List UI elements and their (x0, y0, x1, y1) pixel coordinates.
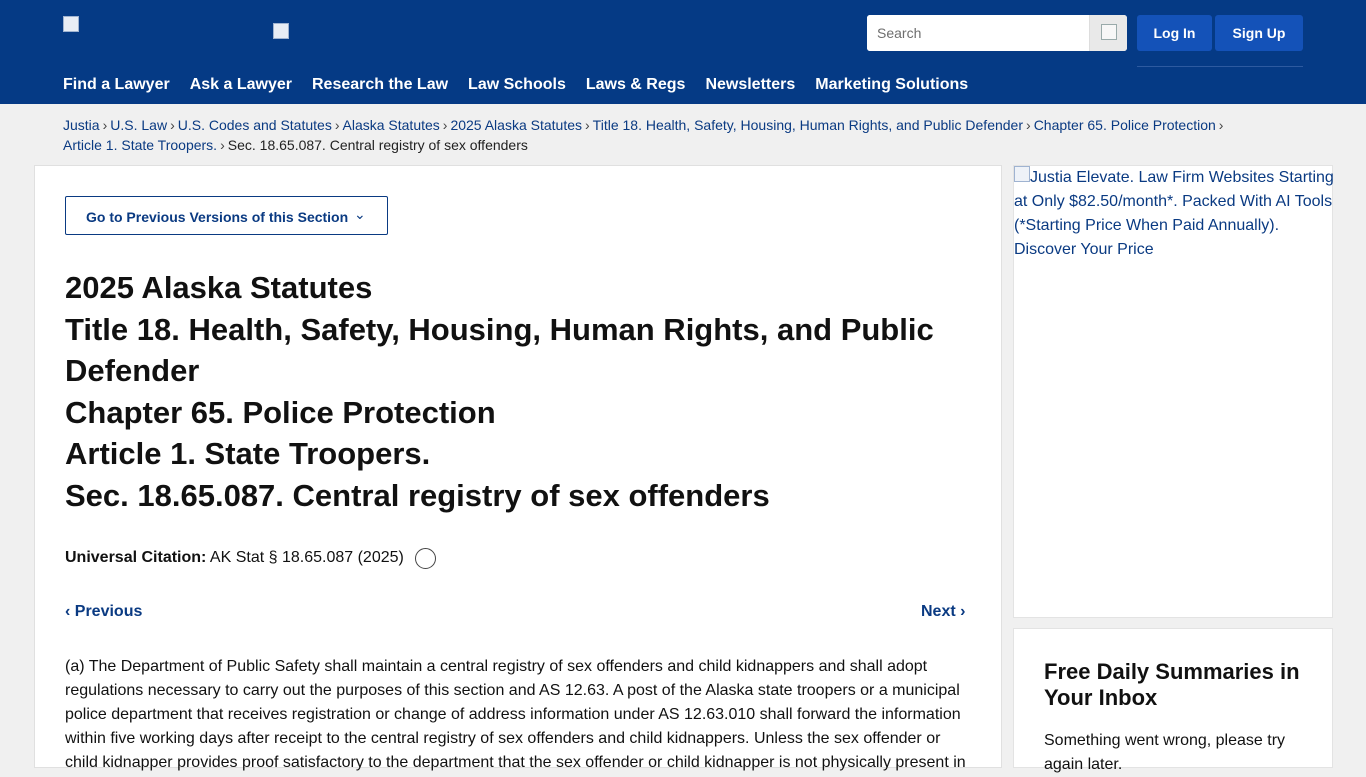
breadcrumb-separator: › (1026, 117, 1031, 133)
breadcrumb-separator: › (442, 117, 448, 133)
main-nav: Find a Lawyer Ask a Lawyer Research the … (63, 76, 988, 96)
universal-citation: Universal Citation: AK Stat § 18.65.087 … (65, 549, 404, 567)
breadcrumb-current: Sec. 18.65.087. Central registry of sex … (227, 137, 528, 153)
site-header: Log In Sign Up Find a Lawyer Ask a Lawye… (0, 0, 1366, 104)
sidebar-ad[interactable]: Justia Elevate. Law Firm Websites Starti… (1013, 165, 1334, 618)
next-section-link[interactable]: Next › (921, 603, 965, 621)
header-divider (1137, 66, 1303, 67)
citation-label: Universal Citation: (65, 549, 207, 566)
nav-laws-regs[interactable]: Laws & Regs (586, 76, 686, 96)
search-box (867, 15, 1127, 51)
search-button[interactable] (1089, 15, 1127, 51)
nav-find-a-lawyer[interactable]: Find a Lawyer (63, 76, 170, 96)
breadcrumb-link[interactable]: Title 18. Health, Safety, Housing, Human… (593, 117, 1023, 133)
chevron-down-icon: ⌄ (354, 206, 366, 222)
secondary-logo-image[interactable] (273, 23, 289, 39)
newsletter-signup-panel: Free Daily Summaries in Your Inbox Somet… (1013, 628, 1333, 773)
breadcrumb-link[interactable]: U.S. Law (110, 117, 167, 133)
page-title: Sec. 18.65.087. Central registry of sex … (65, 477, 770, 513)
previous-versions-dropdown[interactable]: Go to Previous Versions of this Section … (65, 196, 388, 235)
heading-title: Title 18. Health, Safety, Housing, Human… (65, 311, 934, 389)
breadcrumb-link[interactable]: Chapter 65. Police Protection (1034, 117, 1216, 133)
search-icon (1101, 24, 1117, 40)
breadcrumb-separator: › (334, 117, 340, 133)
breadcrumb-separator: › (1218, 117, 1224, 133)
nav-ask-a-lawyer[interactable]: Ask a Lawyer (190, 76, 292, 96)
breadcrumb-link[interactable]: Alaska Statutes (343, 117, 440, 133)
breadcrumb-separator: › (220, 137, 225, 153)
chevron-left-icon: ‹ (65, 603, 71, 620)
breadcrumb-separator: › (585, 117, 590, 133)
nav-research-the-law[interactable]: Research the Law (312, 76, 448, 96)
statute-headings: 2025 Alaska Statutes Title 18. Health, S… (65, 267, 975, 516)
breadcrumb-link[interactable]: 2025 Alaska Statutes (450, 117, 582, 133)
breadcrumb-link[interactable]: U.S. Codes and Statutes (178, 117, 332, 133)
nav-law-schools[interactable]: Law Schools (468, 76, 566, 96)
justia-logo-image[interactable] (63, 16, 79, 32)
breadcrumb-link[interactable]: Article 1. State Troopers. (63, 137, 217, 153)
nav-marketing-solutions[interactable]: Marketing Solutions (815, 76, 968, 96)
login-button[interactable]: Log In (1137, 15, 1212, 51)
previous-versions-label: Go to Previous Versions of this Section (86, 209, 349, 225)
chevron-right-icon: › (960, 603, 966, 620)
previous-section-link[interactable]: ‹ Previous (65, 603, 142, 621)
newsletter-title: Free Daily Summaries in Your Inbox (1044, 659, 1300, 710)
search-input[interactable] (867, 15, 1089, 51)
breadcrumb-separator: › (102, 117, 108, 133)
newsletter-error-message: Something went wrong, please try again l… (1044, 732, 1286, 773)
breadcrumb-separator: › (170, 117, 175, 133)
heading-chapter: Chapter 65. Police Protection (65, 394, 496, 430)
heading-statutes: 2025 Alaska Statutes (65, 270, 373, 305)
citation-info-icon[interactable] (415, 548, 436, 569)
statute-body-text: (a) The Department of Public Safety shal… (65, 658, 966, 771)
previous-label: Previous (74, 603, 143, 620)
main-content: Go to Previous Versions of this Section … (34, 165, 1002, 771)
citation-value: AK Stat § 18.65.087 (2025) (209, 549, 404, 566)
breadcrumb: Justia › U.S. Law › U.S. Codes and Statutes ›… (63, 115, 1283, 155)
signup-button[interactable]: Sign Up (1215, 15, 1303, 51)
next-label: Next (921, 603, 956, 620)
breadcrumb-link[interactable]: Justia (63, 117, 100, 133)
nav-newsletters[interactable]: Newsletters (705, 76, 795, 96)
ad-alt-text[interactable]: Justia Elevate. Law Firm Websites Starti… (1014, 166, 1334, 262)
heading-article: Article 1. State Troopers. (65, 436, 431, 471)
